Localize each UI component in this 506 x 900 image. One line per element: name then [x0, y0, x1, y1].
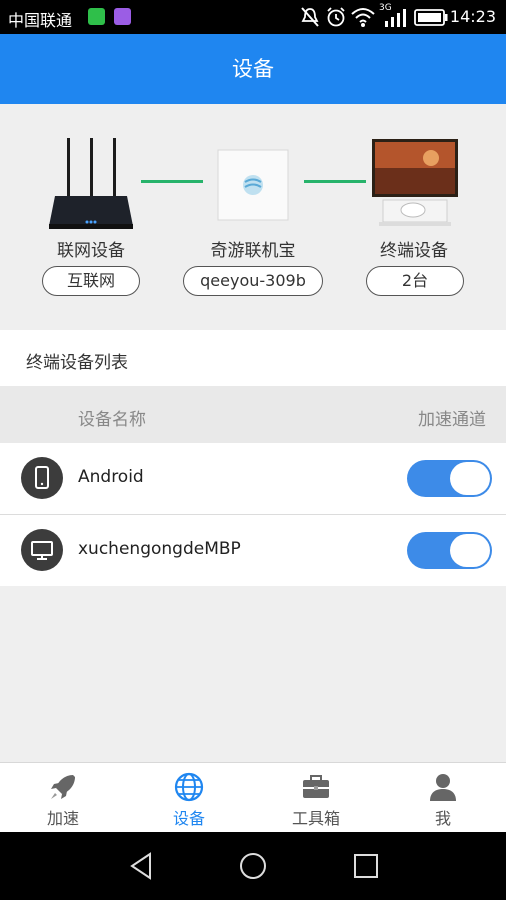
phone-icon [35, 466, 49, 489]
node-value-pill: 2台 [366, 266, 464, 296]
device-avatar [21, 457, 63, 499]
device-list-header: 终端设备列表 [0, 330, 506, 386]
device-avatar [21, 529, 63, 571]
desktop-icon [31, 541, 53, 560]
accel-toggle[interactable] [407, 532, 492, 569]
recents-icon[interactable] [350, 850, 382, 882]
node-label: 终端设备 [380, 241, 448, 261]
user-icon [430, 774, 456, 801]
battery-icon [414, 9, 448, 26]
toggle-knob [450, 462, 490, 495]
signal-icon [385, 9, 406, 27]
node-terminal-device: 终端设备 2台 [344, 104, 484, 330]
node-value-pill: qeeyou-309b [183, 266, 323, 296]
monitor-console-icon [372, 139, 458, 226]
device-list-title: 终端设备列表 [26, 353, 128, 373]
globe-icon [174, 772, 204, 802]
column-header: 设备名称 加速通道 [0, 386, 506, 443]
accel-toggle[interactable] [407, 460, 492, 497]
wifi-icon [351, 8, 375, 27]
wechat-icon [88, 8, 105, 25]
toolbox-icon [303, 775, 329, 798]
mute-icon [301, 7, 319, 27]
tab-label: 我 [434, 809, 451, 828]
carrier-name: 中国联通 [8, 11, 73, 30]
node-network-device: 联网设备 互联网 [21, 104, 161, 330]
node-value-pill: 互联网 [42, 266, 140, 296]
device-name: Android [78, 467, 144, 487]
column-accel-channel: 加速通道 [418, 410, 486, 430]
tab-label: 加速 [46, 809, 79, 828]
tab-toolbox[interactable]: 工具箱 [253, 763, 379, 833]
tab-accelerate[interactable]: 加速 [0, 763, 126, 833]
topology-panel: 联网设备 互联网 奇游联机宝 qeeyou-309b 终端设备 2台 [0, 104, 506, 330]
rocket-icon [51, 775, 75, 799]
node-label: 联网设备 [57, 241, 125, 261]
bottom-tab-bar: 加速 设备 工具箱 我 [0, 762, 506, 832]
device-row[interactable]: xuchengongdeMBP [0, 515, 506, 586]
qeeyou-box-icon [217, 149, 289, 221]
column-device-name: 设备名称 [78, 410, 146, 430]
node-label: 奇游联机宝 [210, 241, 296, 261]
alarm-icon [327, 7, 345, 27]
node-qeeyou-box: 奇游联机宝 qeeyou-309b [183, 104, 323, 330]
back-icon[interactable] [126, 850, 158, 882]
device-row[interactable]: Android [0, 443, 506, 514]
router-icon [49, 138, 133, 229]
photo-app-icon [114, 8, 131, 25]
home-icon[interactable] [237, 850, 269, 882]
status-bar: 中国联通 3G 14:23 [0, 0, 506, 34]
clock: 14:23 [449, 7, 496, 26]
title-bar: 设备 [0, 34, 506, 104]
tab-label: 工具箱 [291, 809, 340, 828]
toggle-knob [450, 534, 490, 567]
tab-devices[interactable]: 设备 [126, 763, 252, 833]
tab-me[interactable]: 我 [380, 763, 506, 833]
device-name: xuchengongdeMBP [78, 539, 241, 559]
page-title: 设备 [232, 57, 274, 81]
tab-label: 设备 [172, 809, 205, 828]
system-nav-bar [0, 832, 506, 900]
